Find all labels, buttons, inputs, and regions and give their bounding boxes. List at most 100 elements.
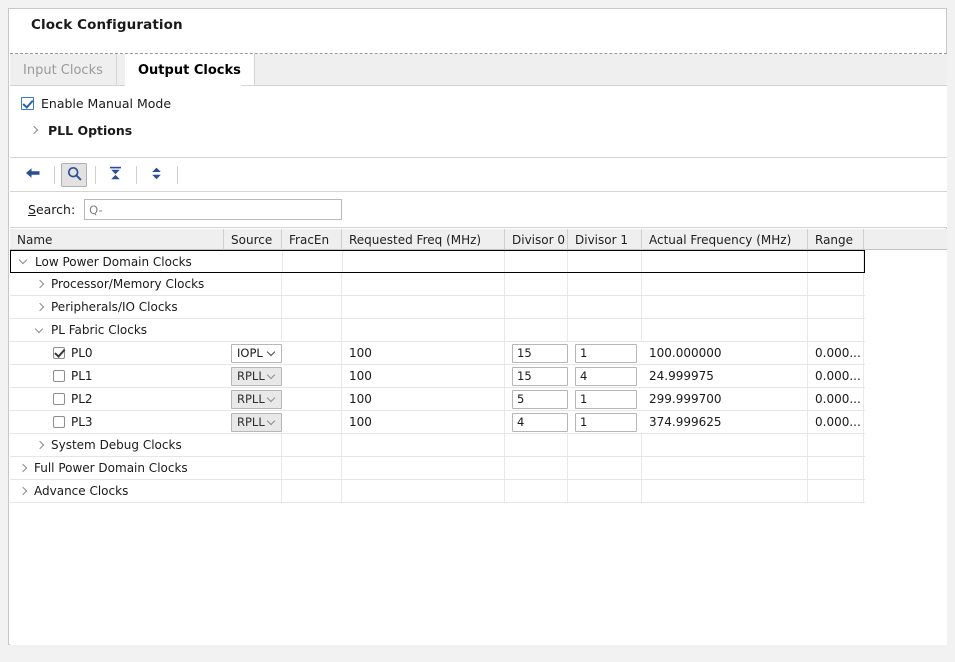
cell-divisor-1: 4 [568,365,642,387]
column-header-source[interactable]: Source [224,229,282,250]
cell-empty [342,457,505,479]
chevron-down-icon[interactable] [268,372,277,381]
divisor-1-input[interactable]: 1 [575,343,637,363]
cell-empty [808,296,864,318]
cell-name: PL1 [10,365,224,387]
cell-requested-freq[interactable]: 100 [342,388,505,410]
table-row[interactable]: PL2 RPLL 100 5 1 299.999700 0.000... [10,388,865,411]
column-header-divisor-0[interactable]: Divisor 0 [505,229,568,250]
back-arrow-button[interactable] [20,163,46,187]
cell-range: 0.000... [808,411,864,433]
cell-name: PL Fabric Clocks [10,319,224,341]
search-input[interactable] [84,199,343,220]
source-dropdown[interactable]: RPLL [231,389,282,409]
cell-fracen[interactable] [282,388,342,410]
divisor-0-input[interactable]: 5 [512,389,568,409]
pll-options-row[interactable]: PLL Options [30,123,132,138]
divisor-0-input[interactable]: 4 [512,412,568,432]
column-header-requested-freq[interactable]: Requested Freq (MHz) [342,229,505,250]
chevron-down-icon[interactable] [268,418,277,427]
toolbar-separator [95,165,96,184]
divisor-1-input[interactable]: 1 [575,389,637,409]
column-header-fracen[interactable]: FracEn [282,229,342,250]
cell-empty [224,296,282,318]
table-row[interactable]: Low Power Domain Clocks [10,250,865,273]
table-row[interactable]: Processor/Memory Clocks [10,273,865,296]
cell-fracen[interactable] [282,411,342,433]
table-row[interactable]: Peripherals/IO Clocks [10,296,865,319]
cell-divisor-0: 4 [505,411,568,433]
cell-empty [642,480,808,502]
cell-empty [282,319,342,341]
expand-all-icon [149,166,164,184]
column-header-name[interactable]: Name [10,229,224,250]
divisor-1-input[interactable]: 4 [575,366,637,386]
table-row[interactable]: PL Fabric Clocks [10,319,865,342]
cell-empty [282,273,342,295]
chevron-down-icon[interactable] [36,326,45,335]
cell-empty [224,457,282,479]
search-toggle-button[interactable] [61,162,87,187]
cell-empty [505,319,568,341]
row-label: Advance Clocks [34,484,129,498]
expand-all-button[interactable] [143,163,169,187]
clock-enable-checkbox[interactable] [53,347,65,359]
table-row[interactable]: Advance Clocks [10,480,865,503]
chevron-right-icon[interactable] [19,464,28,473]
chevron-right-icon[interactable] [36,303,45,312]
column-header-range[interactable]: Range [808,229,864,250]
tab-input-clocks[interactable]: Input Clocks [10,54,117,86]
cell-requested-freq[interactable]: 100 [342,411,505,433]
cell-requested-freq[interactable]: 100 [342,365,505,387]
table-toolbar [10,157,947,192]
cell-empty [342,296,505,318]
cell-empty [283,251,343,272]
collapse-all-icon [108,166,123,184]
chevron-down-icon[interactable] [268,395,277,404]
table-row[interactable]: Full Power Domain Clocks [10,457,865,480]
cell-divisor-1: 1 [568,342,642,364]
chevron-right-icon[interactable] [36,280,45,289]
chevron-down-icon[interactable] [268,349,277,358]
cell-actual-frequency: 299.999700 [642,388,808,410]
table-row[interactable]: PL0 IOPL 100 15 1 100.000000 0.000... [10,342,865,365]
cell-empty [808,251,865,272]
enable-manual-mode-checkbox[interactable] [21,97,34,110]
cell-empty [808,434,864,456]
clock-enable-checkbox[interactable] [53,393,65,405]
divisor-1-input[interactable]: 1 [575,412,637,432]
cell-requested-freq[interactable]: 100 [342,342,505,364]
chevron-right-icon[interactable] [36,441,45,450]
source-dropdown[interactable]: RPLL [231,412,282,432]
table-row[interactable]: PL3 RPLL 100 4 1 374.999625 0.000... [10,411,865,434]
clock-enable-checkbox[interactable] [53,416,65,428]
divisor-0-input[interactable]: 15 [512,343,568,363]
tab-strip: Input Clocks Output Clocks [10,54,947,86]
cell-source: RPLL [224,388,282,410]
chevron-down-icon[interactable] [20,257,29,266]
enable-manual-mode-row[interactable]: Enable Manual Mode [21,96,171,111]
page-title: Clock Configuration [31,17,183,33]
divisor-0-input[interactable]: 15 [512,366,568,386]
column-header-divisor-1[interactable]: Divisor 1 [568,229,642,250]
clock-configuration-window: Clock Configuration Input Clocks Output … [0,0,955,662]
table-row[interactable]: System Debug Clocks [10,434,865,457]
column-header-actual-frequency[interactable]: Actual Frequency (MHz) [642,229,808,250]
source-dropdown[interactable]: IOPL [231,343,282,363]
table-row[interactable]: PL1 RPLL 100 15 4 24.999975 0.000... [10,365,865,388]
cell-empty [225,251,283,272]
back-arrow-icon [25,166,41,183]
source-dropdown[interactable]: RPLL [231,366,282,386]
collapse-all-button[interactable] [102,163,128,187]
cell-fracen[interactable] [282,342,342,364]
cell-fracen[interactable] [282,365,342,387]
toolbar-separator [54,165,55,184]
chevron-right-icon[interactable] [19,487,28,496]
cell-name: Low Power Domain Clocks [11,251,225,272]
cell-empty [224,319,282,341]
row-label: PL Fabric Clocks [51,323,148,337]
clock-enable-checkbox[interactable] [53,370,65,382]
cell-empty [642,457,808,479]
tab-output-clocks[interactable]: Output Clocks [125,54,255,86]
chevron-right-icon[interactable] [30,126,39,135]
